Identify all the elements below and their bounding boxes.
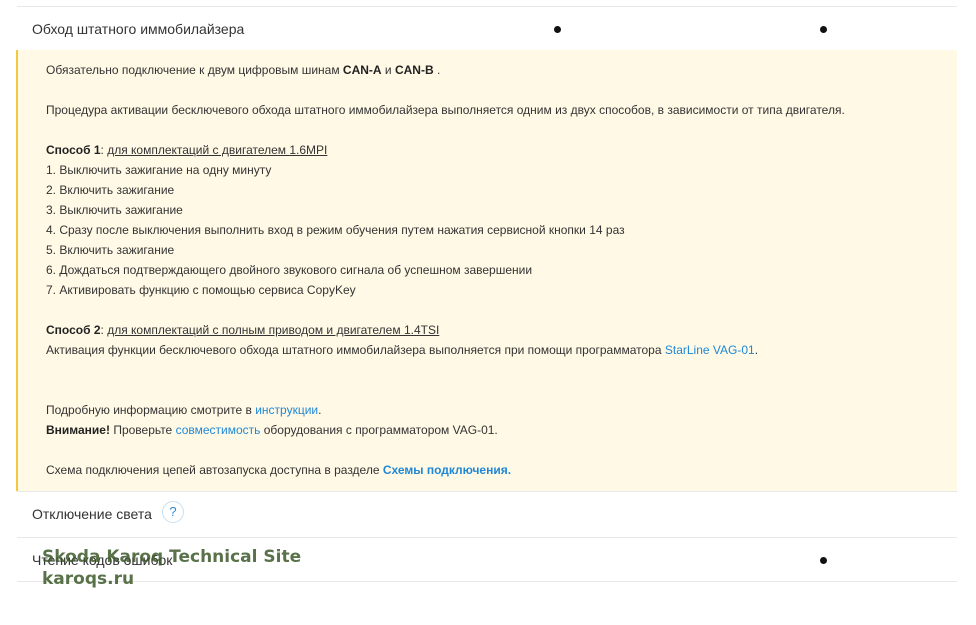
feature-label: Обход штатного иммобилайзера	[32, 21, 245, 37]
instructions-link[interactable]: инструкции	[255, 403, 318, 417]
step-item: 5. Включить зажигание	[46, 243, 175, 257]
procedure-text: Процедура активации бесключевого обхода …	[46, 103, 845, 117]
method2-text: Активация функции бесключевого обхода шт…	[46, 343, 759, 357]
can-requirement-text: Обязательно подключение к двум цифровым …	[46, 63, 441, 77]
step-item: 6. Дождаться подтверждающего двойного зв…	[46, 263, 533, 277]
method1-heading: Способ 1: для комплектаций с двигателем …	[46, 143, 328, 157]
table-bottom-border	[17, 581, 957, 582]
can-a-label: CAN-A	[342, 63, 382, 77]
step-item: 7. Активировать функцию с помощью сервис…	[46, 283, 356, 297]
supported-dot-2	[820, 26, 827, 33]
can-b-label: CAN-B	[394, 63, 434, 77]
watermark-url: karoqs.ru	[42, 569, 135, 589]
step-item: 4. Сразу после выключения выполнить вход…	[46, 223, 625, 237]
watermark-title: Skoda Karoq Technical Site	[42, 547, 302, 567]
step-item: 2. Включить зажигание	[46, 183, 175, 197]
feature-row-immobilizer[interactable]: Обход штатного иммобилайзера	[17, 6, 957, 50]
method2-heading: Способ 2: для комплектаций с полным прив…	[46, 323, 440, 337]
scheme-text: Схема подключения цепей автозапуска дост…	[46, 463, 512, 477]
step-item: 3. Выключить зажигание	[46, 203, 183, 217]
step-item: 1. Выключить зажигание на одну минуту	[46, 163, 272, 177]
starline-vag01-link[interactable]: StarLine VAG-01	[665, 343, 755, 357]
help-icon[interactable]: ?	[162, 501, 184, 523]
feature-row-lights-off[interactable]: Отключение света ?	[17, 491, 957, 535]
supported-dot-1	[554, 26, 561, 33]
warning-text: Внимание! Проверьте совместимость оборуд…	[46, 423, 498, 437]
schemes-link[interactable]: Схемы подключения.	[383, 463, 511, 477]
feature-label: Отключение света	[32, 506, 152, 522]
supported-dot	[820, 557, 827, 564]
compatibility-link[interactable]: совместимость	[176, 423, 261, 437]
details-text: Подробную информацию смотрите в инструкц…	[46, 403, 322, 417]
immobilizer-info-panel: Обязательно подключение к двум цифровым …	[16, 50, 957, 491]
